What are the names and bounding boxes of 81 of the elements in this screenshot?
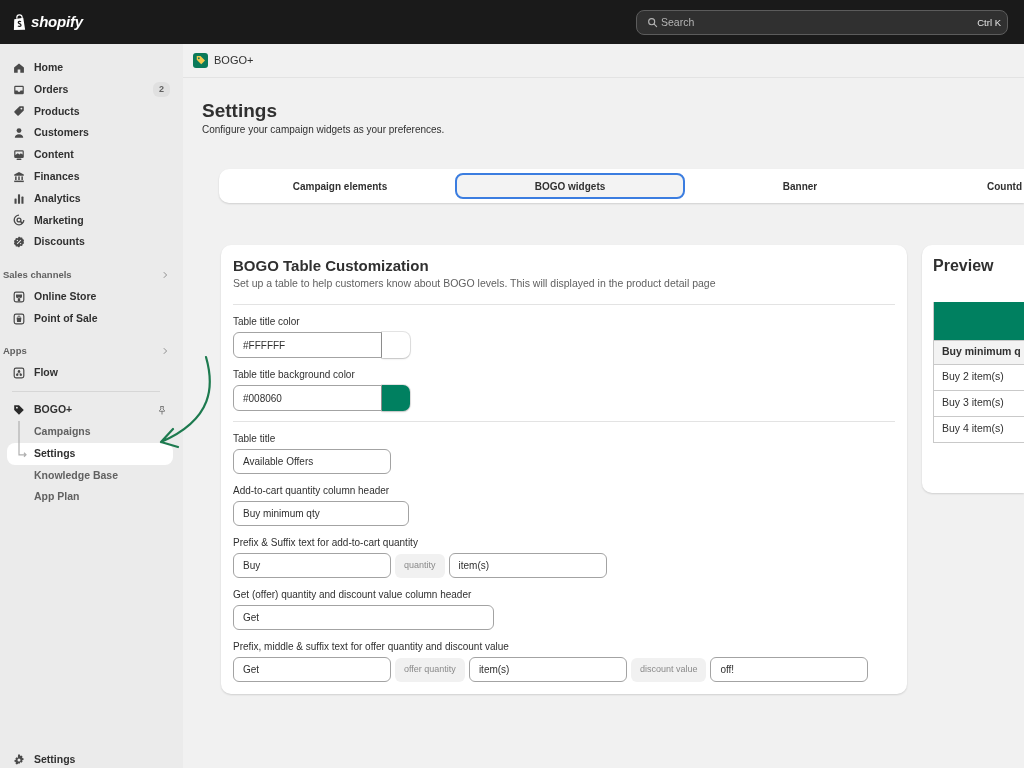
column-header: Buy minimum q [933,340,1024,364]
text-input[interactable]: Buy [233,553,391,578]
target-icon [13,214,25,227]
tab[interactable]: Banner [685,173,915,199]
nav-link[interactable]: Online Store [7,285,173,308]
tab[interactable]: Campaign elements [225,173,455,199]
nav-link[interactable]: Analytics [7,187,173,210]
curved-arrow-icon [158,355,214,451]
variable-tag: offer quantity [395,657,465,682]
inbox-icon [13,83,25,96]
tag-logo-icon [13,404,25,417]
storefront-icon [13,290,25,303]
color-input[interactable]: #008060 [233,385,382,411]
color-swatch-icon[interactable] [382,385,410,411]
nav-link[interactable]: Home [7,57,173,79]
field-label: Prefix, middle & suffix text for offer quantity and discount value [233,640,510,653]
bag-icon [13,312,25,325]
variable-tag: discount value [630,657,707,682]
field-label: Table title background color [233,368,356,381]
field-label: Prefix & Suffix text for add-to-cart quantity [233,536,419,549]
card-title: BOGO Table Customization [233,256,430,275]
count-badge: 2 [153,82,170,98]
nav-link[interactable]: Campaigns [7,420,173,443]
chevron-right-icon[interactable] [161,347,169,356]
gear-icon [13,754,25,766]
pin-icon[interactable] [157,404,167,416]
text-input[interactable]: Get [233,657,391,682]
card-description: Set up a table to help customers know about BOGO levels. This will displayed in the product detail page [233,277,717,290]
variable-tag: quantity [395,553,445,578]
section-heading: Sales channels [3,267,72,282]
tab[interactable]: Countd [915,173,1024,199]
home-icon [13,61,25,74]
nav-link[interactable]: Point of Sale [7,307,173,330]
section-heading: Apps [3,344,27,359]
nav-link[interactable]: Settings [7,752,173,768]
nav-link[interactable]: Orders [7,78,153,101]
text-input[interactable]: off! [710,657,869,682]
table-cell: Buy 4 item(s) [933,416,1024,442]
text-input[interactable]: Get [233,605,494,630]
text-input[interactable]: Available Offers [233,449,391,474]
field-label: Add-to-cart quantity column header [233,484,391,497]
bar-chart-icon [13,192,25,205]
search-icon [647,16,658,28]
bank-icon [13,170,25,183]
tag-icon [13,105,25,118]
nodes-icon [13,367,25,380]
nav-link[interactable]: Finances [7,166,173,188]
nav-link[interactable]: Flow [7,362,173,385]
nav-link[interactable]: Customers [7,122,173,145]
chevron-right-icon[interactable] [161,271,169,280]
field-label: Table title [233,432,277,445]
tree-connector-icon [16,421,28,459]
shortcut-hint: Ctrl K [977,15,1001,29]
page-subtitle: Configure your campaign widgets as your preferences. [202,124,446,136]
nav-link[interactable]: Settings [7,442,173,465]
text-input[interactable]: item(s) [468,657,627,682]
field-label: Table title color [233,315,301,328]
nav-link[interactable]: Content [7,144,173,166]
color-swatch-icon[interactable] [382,332,410,358]
shopping-bag-icon [12,13,27,31]
person-icon [13,127,25,140]
nav-link[interactable]: Discounts [7,231,173,254]
monitor-icon [13,149,25,162]
nav-link[interactable]: Products [7,100,173,123]
table-cell: Buy 2 item(s) [933,364,1024,390]
nav-link[interactable]: Marketing [7,209,173,232]
logo-wordmark: shopify [31,11,83,32]
app-logo-icon [193,53,208,68]
nav-link[interactable]: BOGO+ [7,399,157,421]
preview-title: Preview [933,256,995,276]
text-input[interactable]: item(s) [448,553,607,578]
table-cell: Buy 3 item(s) [933,390,1024,416]
nav-link[interactable]: App Plan [7,486,173,509]
text-input[interactable]: Buy minimum qty [233,501,409,526]
percent-badge-icon [13,236,25,249]
color-input[interactable]: #FFFFFF [233,332,382,358]
app-name: BOGO+ [214,53,254,69]
field-label: Get (offer) quantity and discount value column header [233,588,473,601]
nav-link[interactable]: Knowledge Base [7,464,173,487]
tab[interactable]: BOGO widgets [455,173,685,199]
page-title: Settings [202,100,278,122]
